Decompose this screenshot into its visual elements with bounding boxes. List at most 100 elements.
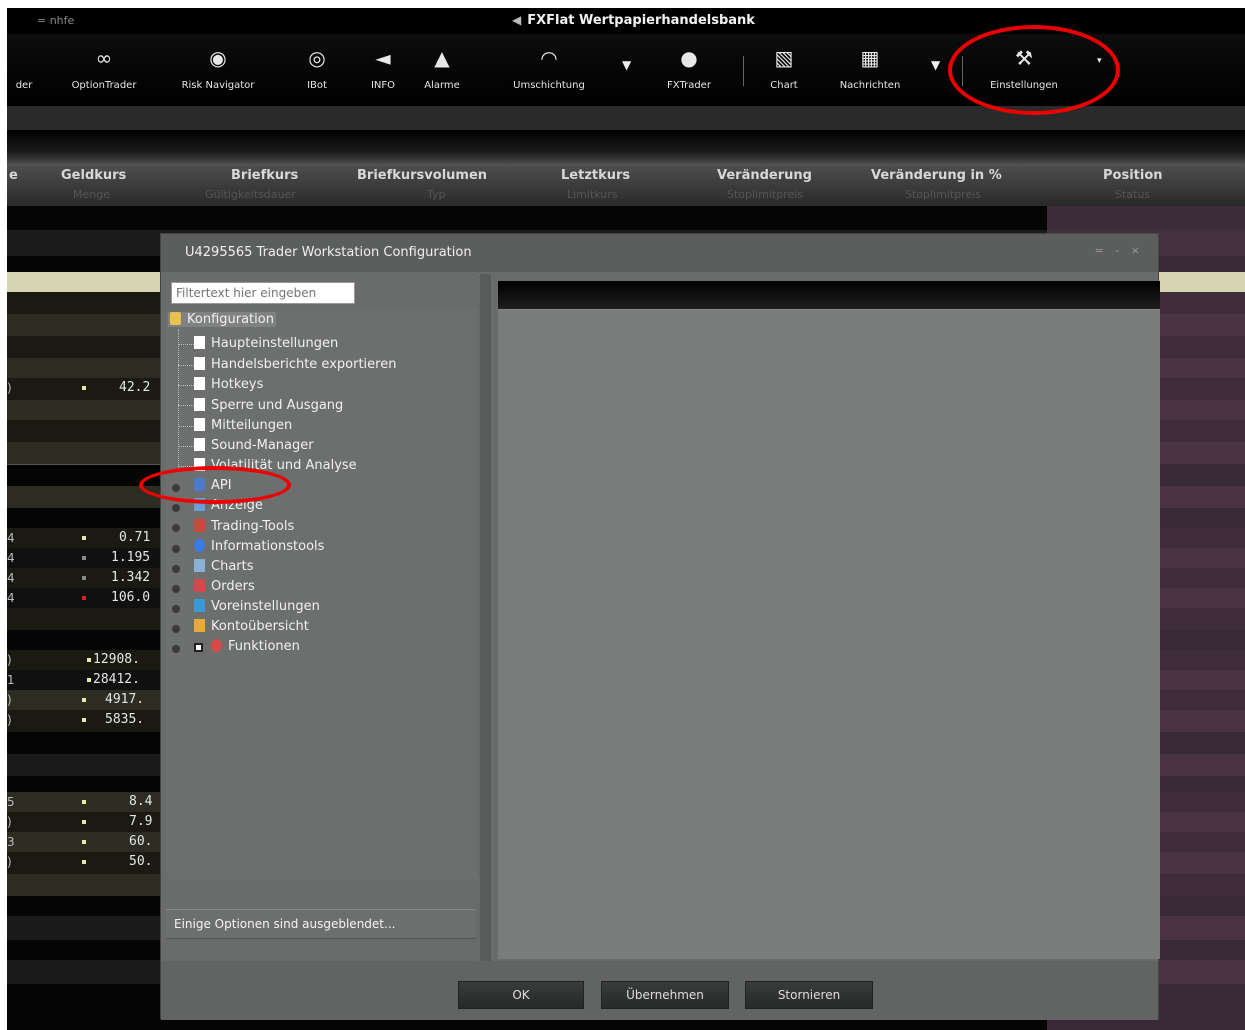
tree-group-voreinstellungen[interactable]: Voreinstellungen xyxy=(194,599,320,614)
dialog-title-bar[interactable]: U4295565 Trader Workstation Configuratio… xyxy=(161,234,1158,272)
tree-scrollbar[interactable] xyxy=(479,274,491,984)
row-lead: 1 xyxy=(7,673,15,687)
tree-item-haupteinstellungen[interactable]: Haupteinstellungen xyxy=(194,336,338,351)
column-header-letztkurs[interactable]: Letztkurs xyxy=(561,168,630,183)
title-bar-left-text: = nhfe xyxy=(37,14,75,27)
status-dot xyxy=(82,860,86,864)
window-controls[interactable]: = - × xyxy=(1095,244,1144,257)
tree-group-charts[interactable]: Charts xyxy=(194,559,254,574)
expand-toggle[interactable] xyxy=(172,565,180,573)
app-title-text: FXFlat Wertpapierhandelsbank xyxy=(527,13,755,28)
config-tree: Konfiguration Haupteinstellungen Handels… xyxy=(166,309,477,879)
toolbar-separator xyxy=(962,56,963,86)
document-icon xyxy=(194,377,205,390)
expand-toggle[interactable] xyxy=(172,545,180,553)
column-header-briefkurs[interactable]: Briefkurs xyxy=(231,168,298,183)
status-dot xyxy=(82,386,86,390)
toolbar-button-optiontrader[interactable]: ∞ OptionTrader xyxy=(59,40,149,98)
compass-icon: ◉ xyxy=(209,46,227,70)
tree-connector xyxy=(178,405,194,406)
row-lead: 4 xyxy=(7,531,15,545)
status-dot xyxy=(87,658,91,662)
expand-toggle[interactable] xyxy=(172,585,180,593)
tree-group-api[interactable]: API xyxy=(194,478,232,493)
tree-item-sound-manager[interactable]: Sound-Manager xyxy=(194,438,314,453)
umschichtung-dropdown-arrow[interactable]: ▼ xyxy=(622,58,631,72)
tree-item-sperre[interactable]: Sperre und Ausgang xyxy=(194,398,343,413)
tab-strip xyxy=(7,130,1245,166)
expand-toggle[interactable] xyxy=(172,484,180,492)
hidden-options-note[interactable]: Einige Optionen sind ausgeblendet... xyxy=(166,909,476,939)
status-dot xyxy=(82,718,86,722)
row-value: 4917. xyxy=(105,692,145,707)
tree-group-funktionen[interactable]: Funktionen xyxy=(194,639,300,654)
status-dot xyxy=(82,800,86,804)
display-icon xyxy=(194,498,205,511)
filter-input[interactable] xyxy=(171,282,355,304)
column-header-veraenderung[interactable]: Veränderung xyxy=(717,168,812,183)
toolbar-button-chart[interactable]: ▧ Chart xyxy=(759,40,809,98)
row-lead: 4 xyxy=(7,571,15,585)
document-icon xyxy=(194,438,205,451)
tree-root-konfiguration[interactable]: Konfiguration xyxy=(168,312,276,327)
tree-group-anzeige[interactable]: Anzeige xyxy=(194,498,263,513)
checkbox-icon xyxy=(194,643,203,652)
tree-group-kontouebersicht[interactable]: Kontoübersicht xyxy=(194,619,309,634)
column-header-veraenderung-prozent[interactable]: Veränderung in % xyxy=(871,168,1002,183)
ok-button[interactable]: OK xyxy=(458,981,584,1009)
chart-icon: ▧ xyxy=(774,46,794,70)
row-lead: 3 xyxy=(7,835,15,849)
tree-group-informationstools[interactable]: Informationstools xyxy=(194,539,324,554)
document-icon xyxy=(194,398,205,411)
document-icon xyxy=(194,336,205,349)
nachrichten-dropdown-arrow[interactable]: ▼ xyxy=(931,58,940,72)
toolbar-button-ibot[interactable]: ◎ IBot xyxy=(297,40,337,98)
rss-icon: ▦ xyxy=(860,46,880,70)
tree-group-orders[interactable]: Orders xyxy=(194,579,255,594)
toolbar-button-umschichtung[interactable]: ◠ Umschichtung xyxy=(499,40,599,98)
tree-item-volatilitaet[interactable]: Volatilität und Analyse xyxy=(194,458,357,473)
expand-toggle[interactable] xyxy=(172,524,180,532)
einstellungen-dropdown-arrow[interactable]: ▾ xyxy=(1097,56,1102,66)
column-header-briefkursvolumen[interactable]: Briefkursvolumen xyxy=(357,168,487,183)
column-header-position[interactable]: Position xyxy=(1103,168,1163,183)
status-dot xyxy=(82,820,86,824)
api-icon xyxy=(194,478,205,491)
tree-item-mitteilungen[interactable]: Mitteilungen xyxy=(194,418,292,433)
column-header-geldkurs[interactable]: Geldkurs xyxy=(61,168,126,183)
trading-tools-icon xyxy=(194,519,205,532)
expand-toggle[interactable] xyxy=(172,605,180,613)
toolbar-button-info[interactable]: ◄ INFO xyxy=(363,40,403,98)
status-dot xyxy=(82,576,86,580)
toolbar-button-fxtrader[interactable]: ● FXTrader xyxy=(659,40,719,98)
account-icon xyxy=(194,619,205,632)
tree-group-trading-tools[interactable]: Trading-Tools xyxy=(194,519,294,534)
tree-item-hotkeys[interactable]: Hotkeys xyxy=(194,377,263,392)
cancel-button[interactable]: Stornieren xyxy=(745,981,873,1009)
toolbar-button-nachrichten[interactable]: ▦ Nachrichten xyxy=(825,40,915,98)
globe-icon: ● xyxy=(680,46,698,70)
column-subheader: Menge xyxy=(73,188,110,201)
status-dot xyxy=(82,556,86,560)
row-value: 28412. xyxy=(93,672,140,687)
toolbar-button-einstellungen[interactable]: ⚒ Einstellungen xyxy=(979,40,1069,98)
apply-button[interactable]: Übernehmen xyxy=(601,981,729,1009)
toolbar-button-trader[interactable]: der xyxy=(7,40,41,98)
toolbar-button-risk-navigator[interactable]: ◉ Risk Navigator xyxy=(173,40,263,98)
column-header[interactable]: e xyxy=(9,168,18,183)
column-subheader: Typ xyxy=(427,188,446,201)
toolbar-button-alarme[interactable]: ▲ Alarme xyxy=(417,40,467,98)
document-icon xyxy=(194,418,205,431)
orders-icon xyxy=(194,579,205,592)
expand-toggle[interactable] xyxy=(172,504,180,512)
content-header xyxy=(498,281,1160,309)
desktop-screen: = nhfe ◀ FXFlat Wertpapierhandelsbank der… xyxy=(7,8,1245,1030)
expand-toggle[interactable] xyxy=(172,625,180,633)
status-dot xyxy=(82,698,86,702)
status-dot xyxy=(82,840,86,844)
tree-item-handelsberichte[interactable]: Handelsberichte exportieren xyxy=(194,357,396,372)
function-icon xyxy=(211,639,222,652)
status-dot xyxy=(87,678,91,682)
expand-toggle[interactable] xyxy=(172,645,180,653)
megaphone-icon: ◄ xyxy=(375,46,391,70)
